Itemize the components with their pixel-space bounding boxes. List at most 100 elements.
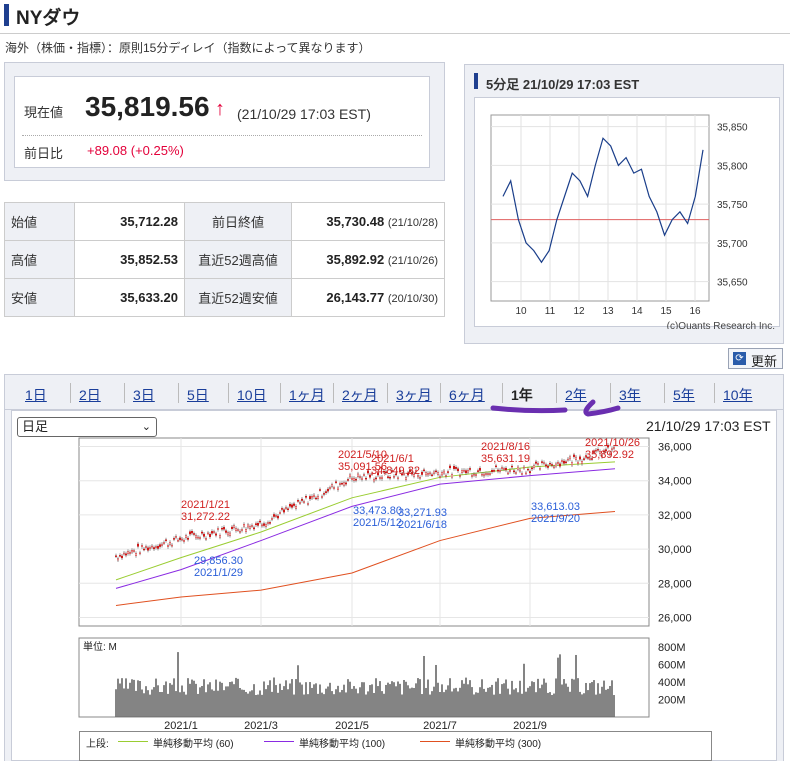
candle-body [551, 464, 554, 466]
volume-bar [569, 691, 571, 717]
volume-bar [131, 679, 133, 717]
candle-body [515, 472, 518, 474]
candle-body [313, 494, 316, 497]
intraday-chart: 35,850 35,800 35,750 35,700 35,650 10 11 12 13 14… [490, 114, 775, 329]
volume-bar [195, 683, 197, 717]
volume-bar [437, 682, 439, 717]
refresh-button[interactable]: ⟳ 更新 [728, 348, 783, 369]
volume-bar [347, 679, 349, 717]
volume-bar [167, 693, 169, 717]
candle-body [259, 520, 262, 523]
tab-3ヶ月[interactable]: 3ヶ月 [396, 385, 432, 405]
volume-bar [513, 689, 515, 717]
volume-bar [481, 679, 483, 717]
tab-2ヶ月[interactable]: 2ヶ月 [342, 385, 378, 405]
volume-y-tick: 800M [658, 642, 686, 654]
candle-body [337, 487, 340, 490]
volume-bar [351, 688, 353, 717]
volume-bar [499, 693, 501, 717]
stats-table: 始値 35,712.28 前日終値 35,730.48 (21/10/28) 高… [4, 202, 445, 317]
intraday-y-tick: 35,850 [717, 123, 748, 134]
volume-bar [317, 693, 319, 717]
tab-separator [178, 383, 179, 403]
volume-bar [445, 689, 447, 717]
volume-bar [255, 694, 257, 717]
tab-5日[interactable]: 5日 [187, 385, 209, 405]
volume-bar [331, 691, 333, 717]
volume-bar [453, 688, 455, 717]
candle-body [252, 527, 255, 530]
candle-body [289, 503, 292, 507]
volume-bar [165, 681, 167, 717]
candle-body [539, 468, 542, 470]
volume-bar [589, 683, 591, 717]
volume-bar [523, 663, 525, 717]
volume-bar [225, 686, 227, 717]
tab-1ヶ月[interactable]: 1ヶ月 [289, 385, 325, 405]
candle-body [142, 548, 145, 551]
tab-10日[interactable]: 10日 [237, 385, 267, 405]
volume-bar [319, 684, 321, 717]
volume-bar [491, 684, 493, 717]
tab-10年[interactable]: 10年 [723, 385, 753, 405]
tab-1日[interactable]: 1日 [25, 385, 47, 405]
candle-body [188, 531, 191, 535]
candle-body [214, 533, 217, 536]
candle-body [182, 540, 185, 542]
candle-body [307, 503, 310, 505]
tab-3日[interactable]: 3日 [133, 385, 155, 405]
candle-body [425, 472, 428, 476]
low-value: 35,633.20 [74, 278, 185, 317]
candle-body [453, 465, 456, 469]
volume-bar [251, 690, 253, 717]
candle-body [321, 496, 324, 498]
candle-body [335, 481, 338, 483]
candle-body [329, 487, 332, 489]
low-label: 安値 [4, 278, 75, 317]
candle-body [537, 463, 540, 465]
volume-bar [163, 685, 165, 717]
candle-body [501, 467, 504, 469]
tab-2日[interactable]: 2日 [79, 385, 101, 405]
volume-bar [123, 688, 125, 717]
legend-swatch [264, 741, 294, 742]
volume-bar [381, 691, 383, 717]
52w-low-date: (20/10/30) [387, 293, 438, 305]
candle-body [120, 555, 123, 559]
volume-bar [419, 679, 421, 717]
volume-bar [367, 691, 369, 717]
candle-body [156, 546, 159, 549]
volume-bar [551, 694, 553, 717]
volume-bar [377, 686, 379, 717]
volume-bar [137, 680, 139, 717]
volume-bar [609, 685, 611, 717]
volume-bar [535, 692, 537, 717]
candle-body [345, 482, 348, 485]
candle-body [509, 470, 512, 472]
volume-bar [593, 680, 595, 717]
volume-bar [507, 688, 509, 717]
tab-6ヶ月[interactable]: 6ヶ月 [449, 385, 485, 405]
candle-body [433, 471, 436, 474]
volume-bar [353, 686, 355, 717]
volume-bar [435, 664, 437, 717]
tab-5年[interactable]: 5年 [673, 385, 695, 405]
candle-body [254, 523, 257, 526]
candle-body [218, 535, 221, 538]
candle-body [196, 536, 199, 539]
volume-bar [371, 684, 373, 717]
tab-separator [124, 383, 125, 403]
volume-bar [245, 691, 247, 717]
volume-bar [599, 693, 601, 717]
volume-bar [235, 677, 237, 717]
candle-body [507, 472, 510, 475]
candle-body [325, 491, 328, 493]
volume-bar [449, 678, 451, 717]
volume-bar [309, 682, 311, 717]
tab-separator [440, 383, 441, 403]
intraday-plot-area [490, 114, 710, 302]
candle-body [533, 465, 536, 468]
volume-bar [267, 685, 269, 717]
candle-body [299, 502, 302, 504]
volume-bar [321, 692, 323, 717]
